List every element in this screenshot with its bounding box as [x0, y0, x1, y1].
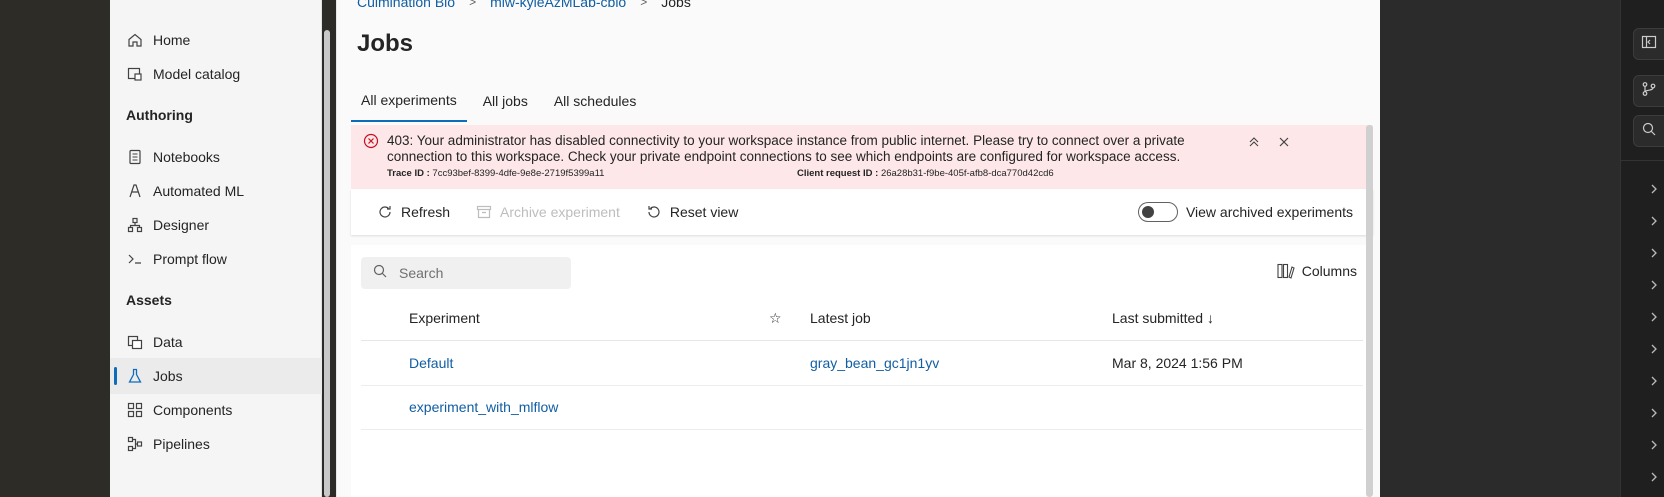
- error-banner: 403: Your administrator has disabled con…: [351, 125, 1373, 189]
- main-scrollbar[interactable]: [1366, 125, 1373, 497]
- archive-icon: [476, 204, 492, 220]
- chevron-right-icon[interactable]: [1649, 278, 1659, 292]
- chevron-right-icon[interactable]: [1649, 438, 1659, 452]
- command-bar: Refresh Archive experiment Reset view Vi…: [351, 189, 1373, 235]
- refresh-icon: [377, 204, 393, 220]
- prompt-flow-icon: [126, 250, 144, 268]
- columns-button[interactable]: Columns: [1277, 263, 1357, 279]
- chevron-right-icon[interactable]: [1649, 182, 1659, 196]
- source-control-button[interactable]: [1633, 75, 1664, 107]
- header-last-submitted[interactable]: Last submitted ↓: [1112, 310, 1214, 326]
- chevron-right-icon: >: [469, 0, 477, 9]
- tab-all-jobs[interactable]: All jobs: [473, 80, 538, 122]
- experiments-panel: Columns Experiment ☆ Latest job Last sub…: [351, 245, 1373, 497]
- trace-id: Trace ID : 7cc93bef-8399-4dfe-9e8e-2719f…: [387, 168, 605, 179]
- chevron-right-icon[interactable]: [1649, 470, 1659, 484]
- chevron-right-icon[interactable]: [1649, 310, 1659, 324]
- error-message: 403: Your administrator has disabled con…: [387, 133, 1185, 164]
- automated-ml-icon: [126, 182, 144, 200]
- tab-list: All experiments All jobs All schedules: [351, 80, 652, 124]
- search-input[interactable]: [399, 265, 559, 281]
- search-icon: [373, 264, 387, 283]
- reset-view-button[interactable]: Reset view: [646, 204, 738, 220]
- right-side-panel: [1620, 0, 1664, 497]
- breadcrumb-item-org[interactable]: Culmination Bio: [357, 0, 455, 10]
- sidebar-toggle-icon: [1641, 34, 1657, 55]
- panel-divider: [1621, 160, 1664, 161]
- chevron-right-icon[interactable]: [1649, 246, 1659, 260]
- home-icon: [126, 31, 144, 49]
- designer-icon: [126, 216, 144, 234]
- nav-item-components[interactable]: Components: [110, 392, 322, 428]
- toggle-switch[interactable]: [1137, 202, 1178, 222]
- chevron-right-icon: >: [640, 0, 648, 9]
- nav-item-notebooks[interactable]: Notebooks: [110, 139, 322, 175]
- branch-icon: [1641, 81, 1657, 102]
- table-header: Experiment ☆ Latest job Last submitted ↓: [361, 297, 1363, 341]
- header-latest-job[interactable]: Latest job: [810, 310, 871, 326]
- model-catalog-icon: [126, 65, 144, 83]
- chevron-right-icon[interactable]: [1649, 374, 1659, 388]
- section-authoring: Authoring: [126, 107, 193, 123]
- notebook-icon: [126, 148, 144, 166]
- page-title: Jobs: [357, 30, 414, 57]
- nav-item-model-catalog[interactable]: Model catalog: [110, 56, 322, 92]
- nav-item-home[interactable]: Home: [110, 22, 322, 58]
- chevron-right-icon[interactable]: [1649, 342, 1659, 356]
- table-row[interactable]: experiment_with_mlflow: [361, 386, 1363, 430]
- view-archived-toggle[interactable]: View archived experiments: [1137, 202, 1353, 222]
- last-submitted-cell: Mar 8, 2024 1:56 PM: [1112, 355, 1243, 371]
- sidebar-scrollbar[interactable]: [324, 30, 330, 497]
- chevron-right-icon[interactable]: [1649, 406, 1659, 420]
- nav-item-pipelines[interactable]: Pipelines: [110, 426, 322, 462]
- collapse-chevron-up-icon[interactable]: [1245, 133, 1263, 151]
- close-icon[interactable]: [1275, 133, 1293, 151]
- desktop-background-right: [1380, 0, 1620, 497]
- table-row[interactable]: Default gray_bean_gc1jn1yv Mar 8, 2024 1…: [361, 342, 1363, 386]
- left-nav: Home Model catalog Authoring Notebooks A…: [110, 0, 330, 497]
- star-icon[interactable]: ☆: [769, 310, 782, 327]
- breadcrumb-item-workspace[interactable]: mlw-kyleAzMLab-cbio: [490, 0, 626, 10]
- data-icon: [126, 333, 144, 351]
- columns-icon: [1277, 263, 1295, 279]
- chevron-right-icon[interactable]: [1649, 214, 1659, 228]
- search-icon: [1642, 122, 1656, 141]
- main-content: Culmination Bio > mlw-kyleAzMLab-cbio > …: [336, 0, 1380, 497]
- client-request-id: Client request ID : 26a28b31-f9be-405f-a…: [797, 168, 1054, 179]
- refresh-button[interactable]: Refresh: [377, 204, 450, 220]
- panel-toggle-button[interactable]: [1633, 28, 1664, 60]
- components-icon: [126, 401, 144, 419]
- desktop-background: [0, 0, 110, 497]
- section-assets: Assets: [126, 292, 172, 308]
- nav-item-designer[interactable]: Designer: [110, 207, 322, 243]
- breadcrumb: Culmination Bio > mlw-kyleAzMLab-cbio > …: [357, 0, 691, 10]
- breadcrumb-item-current: Jobs: [661, 0, 691, 10]
- pipelines-icon: [126, 435, 144, 453]
- header-experiment[interactable]: Experiment: [409, 310, 480, 326]
- nav-item-data[interactable]: Data: [110, 324, 322, 360]
- latest-job-link[interactable]: gray_bean_gc1jn1yv: [810, 355, 939, 371]
- tab-all-schedules[interactable]: All schedules: [544, 80, 647, 122]
- experiment-link[interactable]: Default: [409, 355, 453, 371]
- search-panel-button[interactable]: [1633, 115, 1664, 147]
- jobs-icon: [126, 367, 144, 385]
- search-box[interactable]: [361, 257, 571, 289]
- error-circle-icon: [363, 133, 379, 154]
- reset-icon: [646, 204, 662, 220]
- nav-item-prompt-flow[interactable]: Prompt flow: [110, 241, 322, 277]
- experiment-link[interactable]: experiment_with_mlflow: [409, 399, 558, 415]
- nav-item-jobs[interactable]: Jobs: [110, 358, 322, 394]
- tab-all-experiments[interactable]: All experiments: [351, 80, 467, 122]
- archive-experiment-button[interactable]: Archive experiment: [476, 204, 620, 220]
- nav-item-automated-ml[interactable]: Automated ML: [110, 173, 322, 209]
